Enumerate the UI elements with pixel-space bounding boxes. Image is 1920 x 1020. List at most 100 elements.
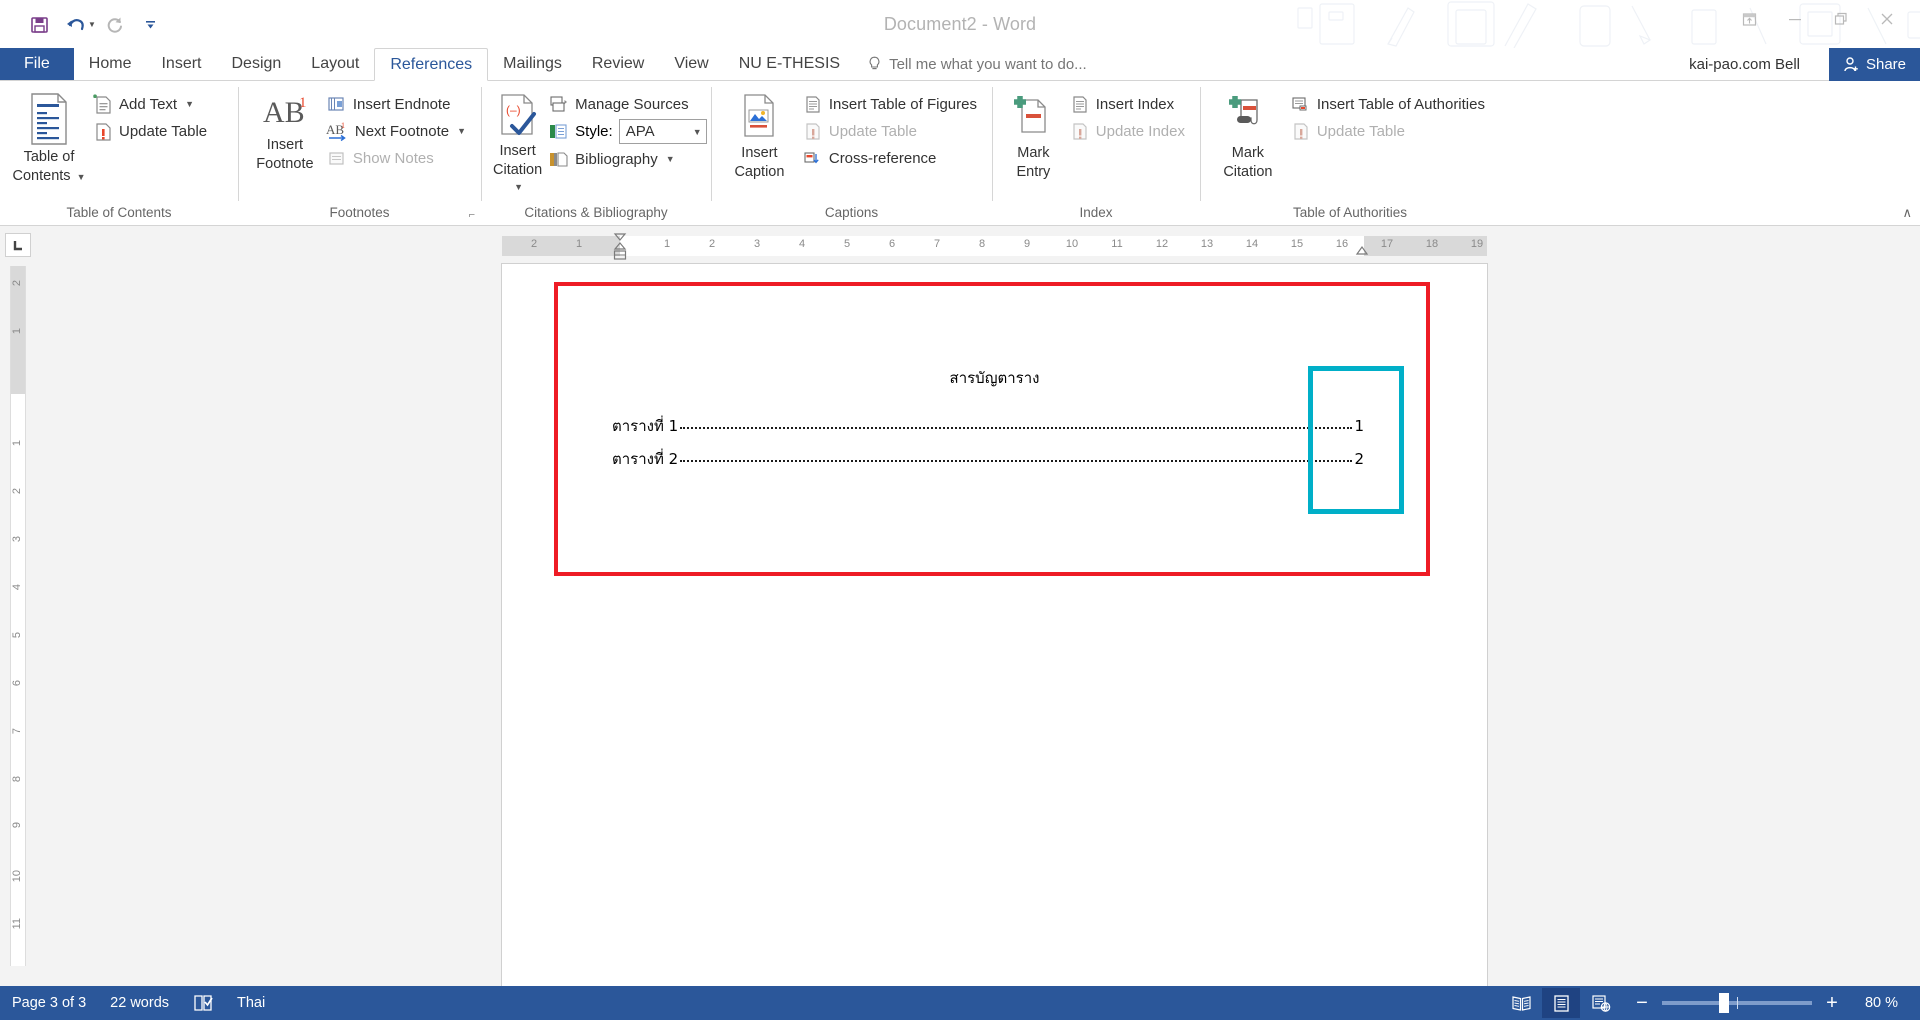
next-footnote-label: Next Footnote	[354, 122, 450, 140]
minimize-icon[interactable]	[1772, 2, 1818, 36]
window-title: Document2 - Word	[883, 13, 1037, 34]
update-table-toc-button[interactable]: Update Table	[88, 118, 214, 144]
update-index-button: Update Index	[1065, 118, 1192, 144]
mark-citation-button[interactable]: Mark Citation	[1210, 89, 1286, 183]
insert-citation-button[interactable]: (–) Insert Citation ▼	[491, 89, 544, 198]
hruler-mark: 9	[1023, 238, 1031, 250]
tab-review[interactable]: Review	[577, 48, 659, 80]
word-count[interactable]: 22 words	[98, 995, 181, 1011]
zoom-slider[interactable]	[1662, 993, 1812, 1013]
document-page[interactable]: สารบัญตาราง ตารางที่ 1 1 ตารางที่ 2 2	[502, 264, 1487, 986]
redo-icon[interactable]	[98, 8, 132, 40]
proofing-errors-icon[interactable]	[181, 994, 225, 1012]
chevron-down-icon: ▼	[185, 99, 195, 109]
tell-me-search[interactable]: Tell me what you want to do...	[855, 48, 1099, 80]
vruler-mark: 2	[11, 280, 23, 287]
mark-entry-label-line1: Mark	[1017, 145, 1050, 161]
insert-table-of-figures-button[interactable]: Insert Table of Figures	[798, 91, 984, 117]
show-notes-label: Show Notes	[352, 149, 434, 167]
insert-index-icon	[1073, 95, 1087, 113]
zoom-level[interactable]: 80 %	[1854, 995, 1912, 1011]
tab-stop-selector[interactable]	[5, 233, 31, 257]
ribbon-group-label-captions: Captions	[824, 205, 879, 220]
hruler-mark: 2	[708, 238, 716, 250]
svg-text:1: 1	[299, 95, 307, 111]
citation-style-select[interactable]: APA ▼	[618, 119, 707, 144]
insert-endnote-button[interactable]: Insert Endnote	[322, 91, 473, 117]
share-button[interactable]: Share	[1828, 48, 1920, 81]
tab-home[interactable]: Home	[74, 48, 147, 80]
web-layout-view-button[interactable]	[1582, 988, 1620, 1018]
vruler-mark: 4	[11, 584, 23, 591]
read-mode-view-button[interactable]	[1502, 988, 1540, 1018]
insert-caption-button[interactable]: Insert Caption	[721, 89, 798, 183]
footnotes-dialog-launcher[interactable]: ⌐	[469, 209, 475, 221]
collapse-ribbon-button[interactable]: ∧	[1902, 205, 1912, 221]
insert-table-of-authorities-button[interactable]: Insert Table of Authorities	[1286, 91, 1492, 117]
language-indicator[interactable]: Thai	[225, 995, 277, 1011]
ribbon-group-label-authorities: Table of Authorities	[1292, 205, 1408, 220]
vruler-mark: 10	[11, 870, 23, 883]
ribbon-tabs: File Home Insert Design Layout Reference…	[0, 48, 1920, 81]
ribbon-group-label-index: Index	[1079, 205, 1113, 220]
vruler-mark: 8	[11, 776, 23, 783]
hruler-mark: 1	[663, 238, 671, 250]
ribbon-display-options-icon[interactable]	[1726, 2, 1772, 36]
tab-nu-e-thesis[interactable]: NU E-THESIS	[724, 48, 855, 80]
chevron-down-icon: ▼	[692, 126, 702, 137]
tab-design[interactable]: Design	[216, 48, 296, 80]
customize-qat-icon[interactable]	[134, 8, 168, 40]
tab-insert[interactable]: Insert	[146, 48, 216, 80]
zoom-out-button[interactable]: −	[1632, 993, 1652, 1013]
update-table-label: Update Table	[119, 122, 208, 140]
right-indent-marker[interactable]	[1354, 242, 1370, 256]
manage-sources-button[interactable]: Manage Sources	[544, 91, 713, 117]
vruler-mark: 5	[11, 632, 23, 639]
insert-index-button[interactable]: Insert Index	[1065, 91, 1192, 117]
ribbon-group-citations-bibliography: (–) Insert Citation ▼ Manage Sources Sty…	[481, 81, 711, 225]
mark-entry-icon	[1014, 96, 1047, 133]
zoom-slider-thumb[interactable]	[1719, 993, 1729, 1013]
hruler-mark: 14	[1245, 238, 1259, 250]
cross-reference-icon	[804, 151, 819, 163]
horizontal-ruler[interactable]: 2 1 1 2 3 4 5 6 7 8 9 10 11 12 13 14 15 …	[502, 233, 1487, 260]
ribbon-group-index: Mark Entry Insert Index Update Index Ind…	[992, 81, 1200, 225]
page-indicator[interactable]: Page 3 of 3	[0, 995, 98, 1011]
hruler-mark: 11	[1111, 238, 1123, 250]
bibliography-button[interactable]: Bibliography ▼	[544, 146, 713, 172]
hruler-mark: 8	[978, 238, 986, 250]
red-highlight-box	[554, 282, 1430, 576]
restore-icon[interactable]	[1818, 2, 1864, 36]
first-line-indent-marker[interactable]	[612, 232, 628, 262]
print-layout-view-button[interactable]	[1542, 988, 1580, 1018]
zoom-in-button[interactable]: +	[1822, 993, 1842, 1013]
close-icon[interactable]	[1864, 2, 1910, 36]
add-text-button[interactable]: Add Text ▼	[88, 91, 214, 117]
document-work-area: 2 1 1 2 3 4 5 6 7 8 9 10 11 2 1 1 2 3 4 …	[0, 226, 1920, 986]
tab-references[interactable]: References	[374, 48, 489, 81]
lightbulb-icon	[869, 56, 880, 70]
ribbon-group-label-citations: Citations & Bibliography	[524, 205, 668, 220]
update-table-captions-button: Update Table	[798, 118, 984, 144]
undo-dropdown-icon[interactable]: ▼	[88, 20, 96, 29]
share-label: Share	[1865, 56, 1906, 73]
account-name[interactable]: kai-pao.com Bell	[1689, 48, 1800, 81]
tab-file[interactable]: File	[0, 48, 74, 80]
save-icon[interactable]	[22, 8, 56, 40]
show-notes-button: Show Notes	[322, 145, 473, 171]
tab-view[interactable]: View	[659, 48, 723, 80]
tab-layout[interactable]: Layout	[296, 48, 374, 80]
insert-footnote-button[interactable]: AB 1 Insert Footnote	[248, 89, 322, 175]
table-of-contents-button[interactable]: Table of Contents ▼	[10, 89, 88, 188]
undo-icon[interactable]	[58, 8, 92, 40]
vertical-ruler[interactable]: 2 1 1 2 3 4 5 6 7 8 9 10 11	[10, 266, 26, 966]
share-person-icon	[1844, 57, 1858, 72]
vruler-mark: 6	[11, 680, 23, 687]
insert-citation-label-line1: Insert	[499, 143, 536, 159]
hruler-mark: 6	[888, 238, 896, 250]
tab-mailings[interactable]: Mailings	[488, 48, 577, 80]
cross-reference-button[interactable]: Cross-reference	[798, 145, 984, 171]
insert-citation-label-line2: Citation ▼	[493, 162, 543, 192]
mark-entry-button[interactable]: Mark Entry	[1002, 89, 1065, 183]
next-footnote-button[interactable]: AB 1 Next Footnote ▼	[322, 118, 473, 144]
